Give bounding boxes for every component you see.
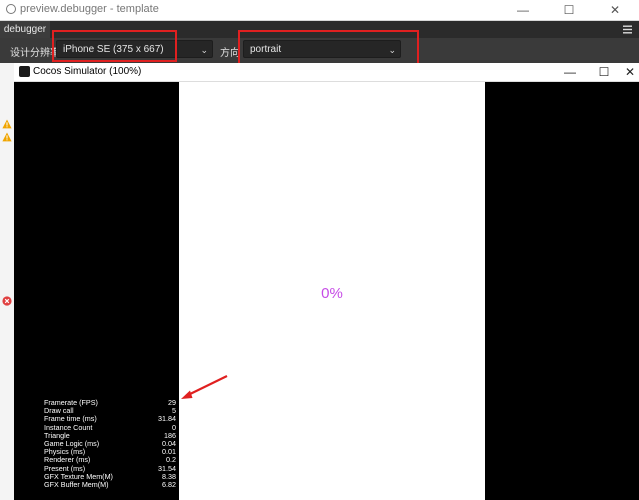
stat-row: GFX Buffer Mem(M) 6.82 bbox=[44, 479, 176, 489]
red-arrow-annotation bbox=[181, 375, 228, 399]
warning-icon bbox=[2, 119, 12, 129]
chevron-down-icon: ⌄ bbox=[200, 45, 208, 55]
tab-debugger[interactable]: debugger bbox=[0, 21, 50, 38]
window-maximize-button[interactable]: ☐ bbox=[546, 0, 592, 20]
menu-icon[interactable] bbox=[622, 24, 633, 35]
window-minimize-button[interactable]: — bbox=[500, 0, 546, 20]
warning-icon bbox=[2, 132, 12, 142]
error-icon bbox=[2, 296, 12, 306]
highlight-box-device bbox=[52, 30, 177, 62]
stats-overlay: Framerate (FPS) 29 Draw call 5 Frame time (m… bbox=[44, 398, 176, 489]
stat-label: GFX Buffer Mem(M) bbox=[44, 479, 109, 489]
loading-percent: 0% bbox=[321, 285, 343, 302]
simulator-title: Cocos Simulator (100%) bbox=[33, 66, 142, 77]
simulator-minimize-button[interactable]: — bbox=[553, 63, 587, 81]
orientation-label: 方向 bbox=[220, 48, 240, 59]
simulator-maximize-button[interactable]: ☐ bbox=[587, 63, 621, 81]
simulator-close-button[interactable]: ✕ bbox=[621, 63, 639, 81]
window-close-button[interactable]: ✕ bbox=[592, 0, 638, 20]
stat-value: 6.82 bbox=[162, 479, 176, 489]
app-icon bbox=[6, 4, 16, 14]
window-title: preview.debugger - template bbox=[20, 3, 159, 15]
cocos-icon bbox=[19, 66, 30, 77]
